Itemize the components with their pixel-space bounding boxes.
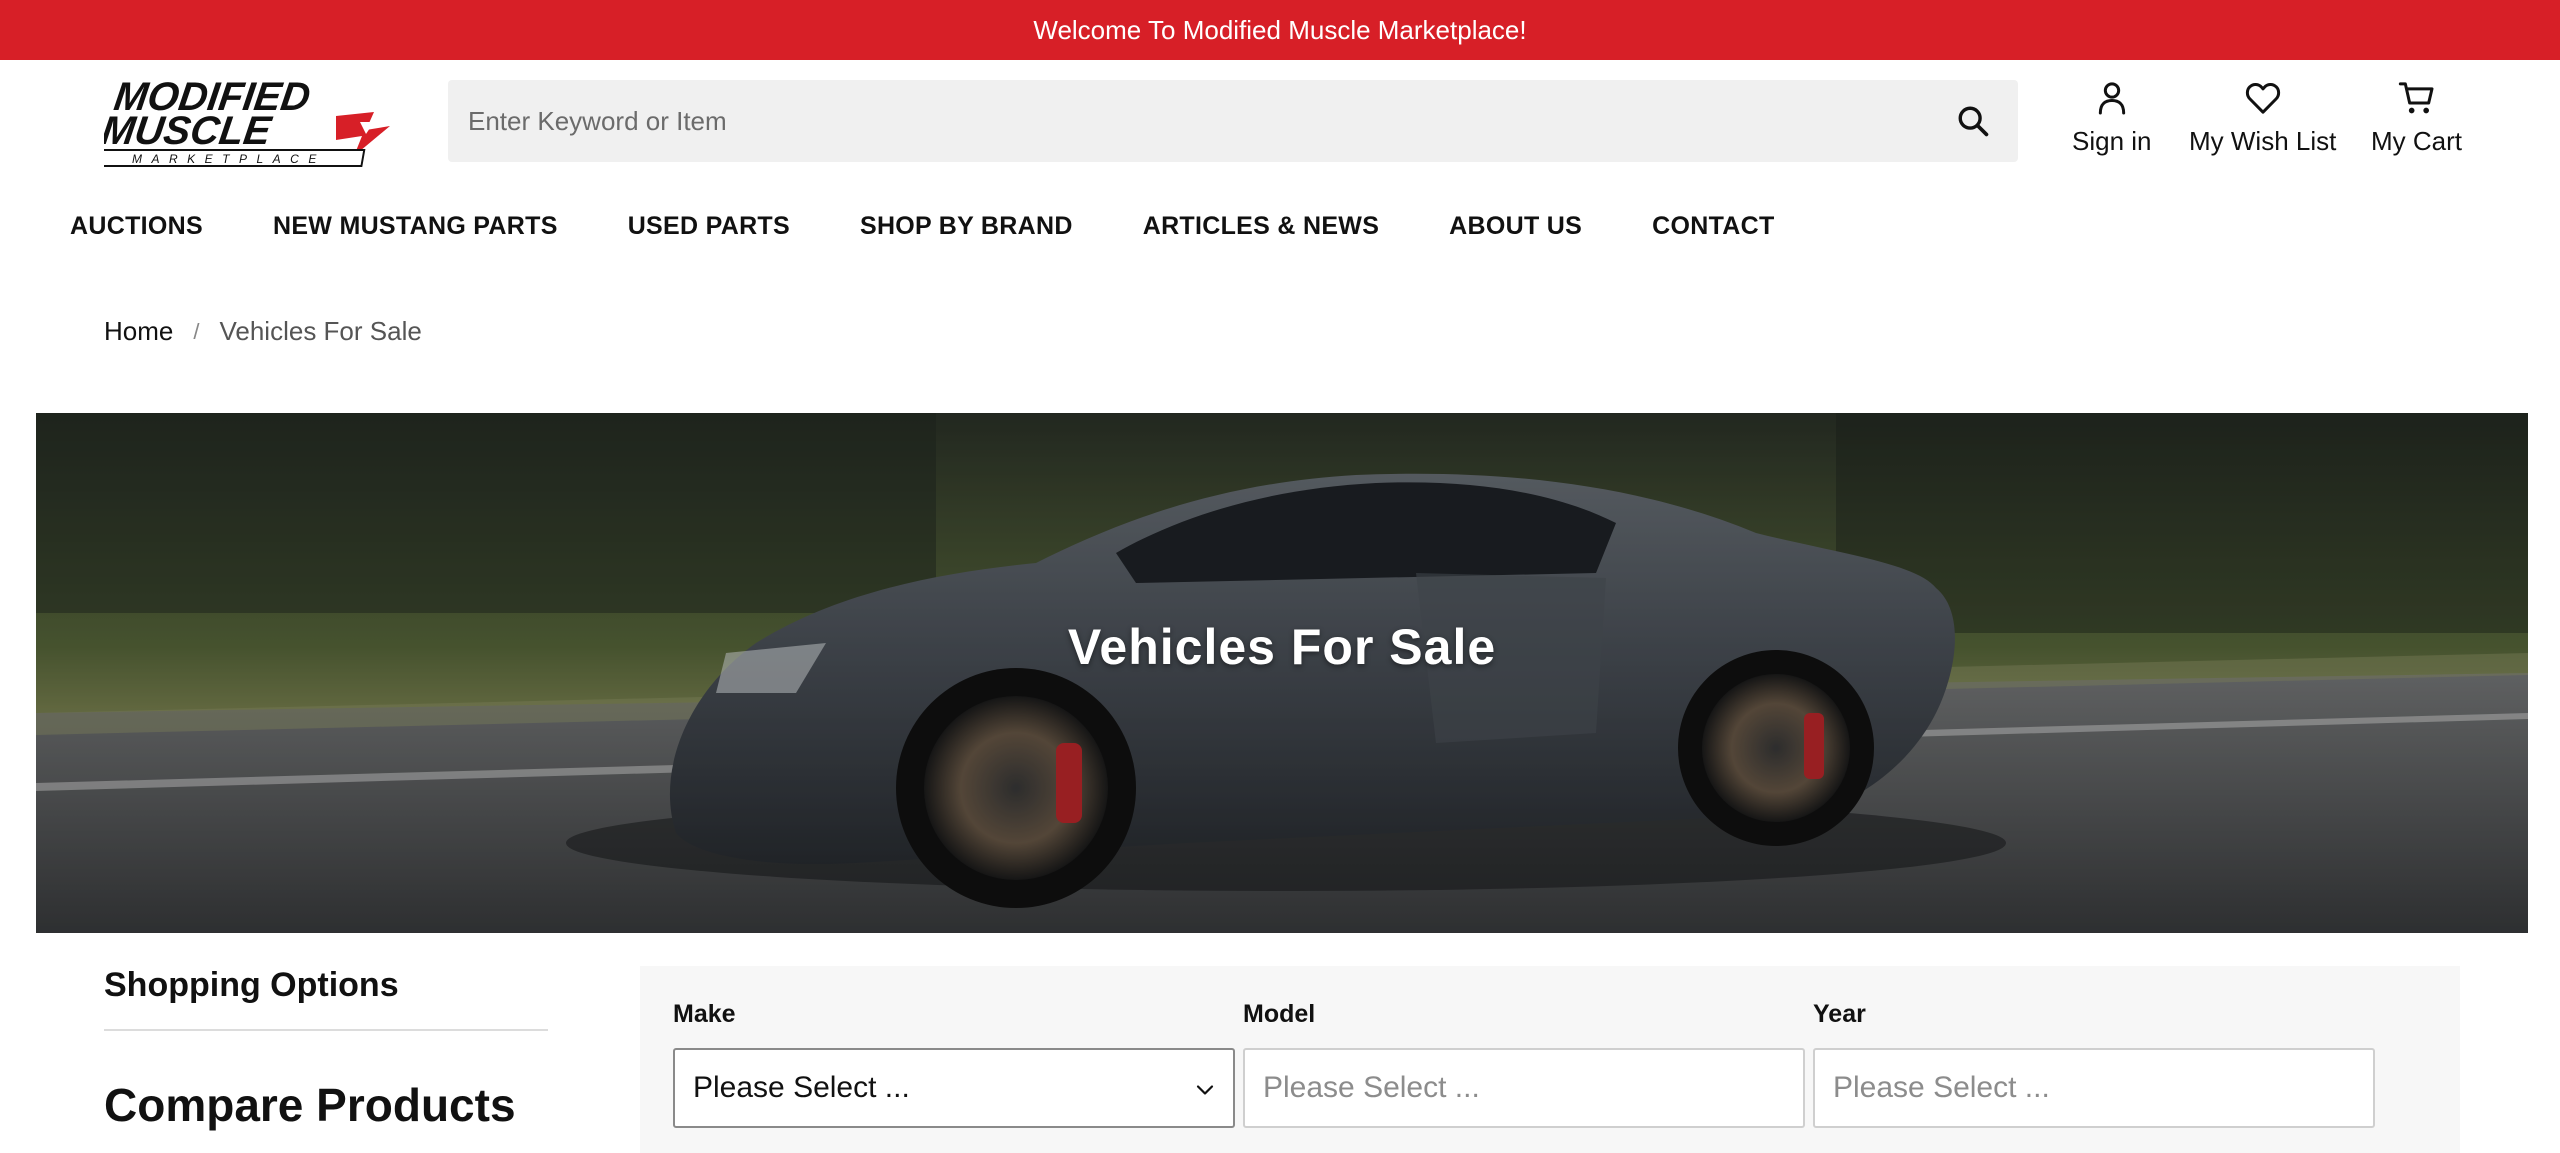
- compare-products-title: Compare Products: [104, 1079, 516, 1131]
- nav-item-used-parts[interactable]: USED PARTS: [628, 212, 790, 241]
- logo-text-line3: MARKETPLACE: [132, 152, 326, 166]
- year-select[interactable]: Please Select ...: [1813, 1048, 2375, 1128]
- vehicle-filter-panel: Make Please Select ... Model Please Sele…: [640, 966, 2460, 1153]
- user-icon: [2098, 82, 2125, 115]
- make-select[interactable]: Please Select ...: [673, 1048, 1235, 1128]
- wish-list-link[interactable]: My Wish List: [2189, 78, 2336, 157]
- search-icon: [1958, 106, 1989, 137]
- breadcrumb: Home / Vehicles For Sale: [104, 316, 422, 347]
- welcome-banner-text: Welcome To Modified Muscle Marketplace!: [1033, 14, 1527, 45]
- model-select[interactable]: Please Select ...: [1243, 1048, 1805, 1128]
- logo-text-line2: MUSCLE: [104, 108, 275, 153]
- nav-item-auctions[interactable]: AUCTIONS: [70, 212, 203, 241]
- model-select-value: Please Select ...: [1263, 1071, 1480, 1104]
- nav-item-about-us[interactable]: ABOUT US: [1449, 212, 1582, 241]
- shopping-options-title: Shopping Options: [104, 966, 399, 1004]
- main-navigation: AUCTIONS NEW MUSTANG PARTS USED PARTS SH…: [70, 206, 1845, 246]
- chevron-down-icon: [1196, 1085, 1214, 1095]
- hero-banner: Vehicles For Sale: [36, 413, 2528, 933]
- site-logo[interactable]: MODIFIED MUSCLE MARKETPLACE: [104, 72, 400, 168]
- search-input[interactable]: [468, 80, 1868, 162]
- sidebar-divider: [104, 1029, 548, 1031]
- search-bar: [448, 80, 2018, 162]
- cart-label: My Cart: [2371, 126, 2462, 156]
- nav-item-shop-by-brand[interactable]: SHOP BY BRAND: [860, 212, 1073, 241]
- modified-muscle-logo: MODIFIED MUSCLE MARKETPLACE: [104, 74, 390, 167]
- wish-list-label: My Wish List: [2189, 126, 2337, 156]
- sign-in-link[interactable]: Sign in: [2072, 78, 2152, 157]
- nav-item-contact[interactable]: CONTACT: [1652, 212, 1774, 241]
- year-label: Year: [1813, 1000, 1866, 1028]
- year-select-value: Please Select ...: [1833, 1071, 2050, 1104]
- breadcrumb-home[interactable]: Home: [104, 316, 173, 347]
- cart-link[interactable]: My Cart: [2371, 78, 2462, 157]
- make-label: Make: [673, 1000, 736, 1028]
- sign-in-label: Sign in: [2072, 126, 2152, 156]
- breadcrumb-separator: /: [193, 318, 200, 344]
- search-button[interactable]: [1952, 100, 1994, 142]
- nav-item-articles-news[interactable]: ARTICLES & NEWS: [1143, 212, 1379, 241]
- hero-title: Vehicles For Sale: [1067, 619, 1497, 675]
- heart-icon: [2245, 83, 2280, 114]
- nav-item-new-mustang-parts[interactable]: NEW MUSTANG PARTS: [273, 212, 558, 241]
- welcome-banner: Welcome To Modified Muscle Marketplace!: [0, 0, 2560, 60]
- cart-icon: [2398, 82, 2433, 114]
- make-select-value: Please Select ...: [693, 1071, 910, 1104]
- model-label: Model: [1243, 1000, 1316, 1028]
- breadcrumb-current: Vehicles For Sale: [219, 316, 422, 346]
